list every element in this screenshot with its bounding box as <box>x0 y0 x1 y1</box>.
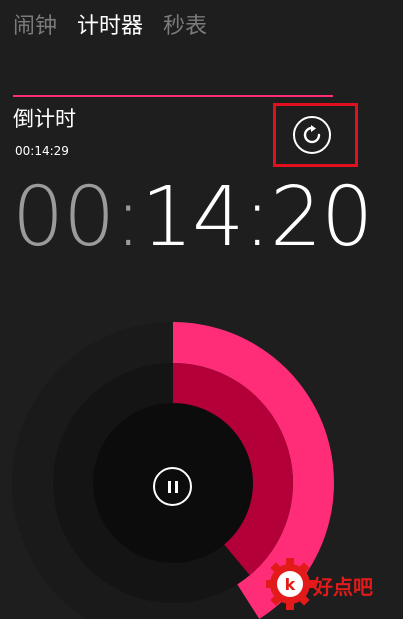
accent-divider <box>13 95 333 97</box>
remaining-time-display: 00:14:20 <box>12 168 373 268</box>
pause-button[interactable] <box>153 467 192 506</box>
tab-bar: 闹钟 计时器 秒表 <box>13 12 207 42</box>
timer-name[interactable]: 倒计时 <box>13 104 76 134</box>
timer-app: 闹钟 计时器 秒表 倒计时 00:14:29 00:14:20 k 好点吧 <box>0 0 403 619</box>
reset-button[interactable] <box>293 116 331 154</box>
watermark-text: 好点吧 <box>313 575 373 599</box>
tab-alarm[interactable]: 闹钟 <box>13 12 57 42</box>
remaining-minutes-seconds: 14:20 <box>140 170 373 265</box>
pause-icon <box>167 480 178 493</box>
svg-text:k: k <box>285 575 296 594</box>
tab-timer[interactable]: 计时器 <box>77 12 143 42</box>
remaining-separator: : <box>114 170 142 265</box>
remaining-hours: 00 <box>12 170 115 265</box>
timer-set-duration: 00:14:29 <box>15 144 69 158</box>
refresh-icon <box>303 125 321 144</box>
gear-icon: k <box>266 558 316 610</box>
tab-stopwatch[interactable]: 秒表 <box>163 12 207 42</box>
